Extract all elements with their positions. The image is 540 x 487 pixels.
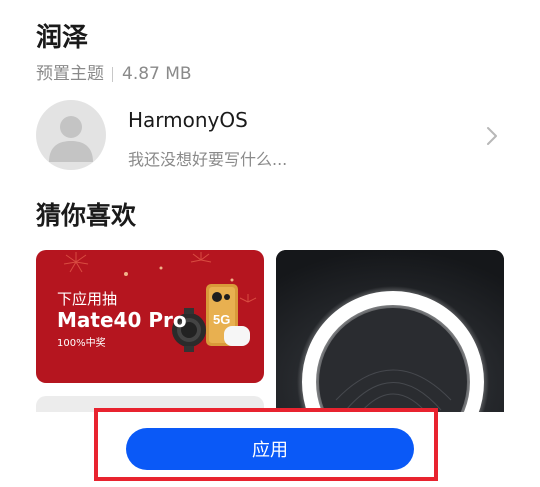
ad-line1: 下应用抽: [57, 290, 118, 308]
chevron-right-icon: [487, 127, 497, 145]
theme-size: 4.87 MB: [122, 64, 192, 84]
theme-category: 预置主题: [36, 64, 104, 84]
recommend-title: 猜你喜欢: [36, 201, 137, 230]
ad-line3: 100%中奖: [57, 338, 106, 349]
recommend-card-promo[interactable]: 5G 下应用抽 Mate40 Pro 100%中奖: [36, 250, 264, 383]
meta-divider: [112, 66, 113, 82]
recommend-card-theme[interactable]: [276, 250, 504, 418]
ad-badge: 5G: [213, 312, 230, 327]
author-name: HarmonyOS: [128, 108, 248, 132]
theme-meta: 预置主题 4.87 MB: [36, 62, 192, 86]
user-placeholder-icon: [49, 116, 93, 162]
author-signature: 我还没想好要写什么...: [128, 150, 288, 169]
author-row[interactable]: HarmonyOS 我还没想好要写什么...: [36, 100, 506, 172]
avatar: [36, 100, 106, 170]
apply-button[interactable]: 应用: [126, 428, 414, 470]
theme-title: 润泽: [36, 23, 89, 53]
ring-wallpaper-preview: [276, 250, 504, 418]
ad-line2: Mate40 Pro: [57, 308, 187, 332]
